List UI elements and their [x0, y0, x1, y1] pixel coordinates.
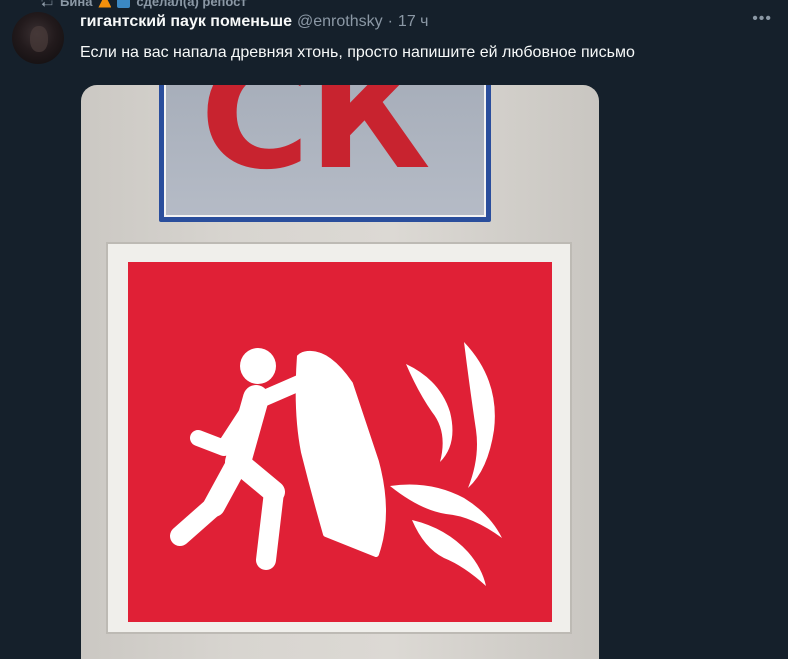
top-sign-text: СК — [200, 85, 431, 203]
more-icon[interactable]: ••• — [752, 10, 772, 28]
warning-emoji-icon — [98, 0, 112, 8]
reposter-name[interactable]: Бина — [60, 0, 92, 9]
header-separator: · — [387, 13, 393, 30]
tweet-timestamp[interactable]: 17 ч — [398, 13, 429, 31]
tweet-text: Если на вас напала древняя хтонь, просто… — [80, 44, 635, 61]
person-with-blanket-icon — [170, 346, 386, 570]
repost-indicator[interactable]: Бина сделал(а) репост — [40, 0, 247, 9]
badge-emoji-icon — [117, 0, 131, 8]
fire-blanket-sign — [106, 242, 572, 634]
tweet[interactable]: Бина сделал(а) репост гигантский паук по… — [0, 0, 788, 659]
avatar[interactable] — [12, 12, 64, 64]
repost-suffix: сделал(а) репост — [136, 0, 247, 9]
repost-icon — [40, 0, 54, 7]
tweet-header: гигантский паук поменьше @enrothsky · 17… — [80, 13, 429, 31]
author-name[interactable]: гигантский паук поменьше — [80, 13, 292, 31]
tweet-image[interactable]: СК — [81, 85, 599, 659]
author-handle[interactable]: @enrothsky — [297, 13, 383, 31]
fire-icon — [390, 342, 502, 586]
top-sign: СК — [159, 85, 491, 222]
fire-blanket-pictogram — [128, 262, 552, 622]
